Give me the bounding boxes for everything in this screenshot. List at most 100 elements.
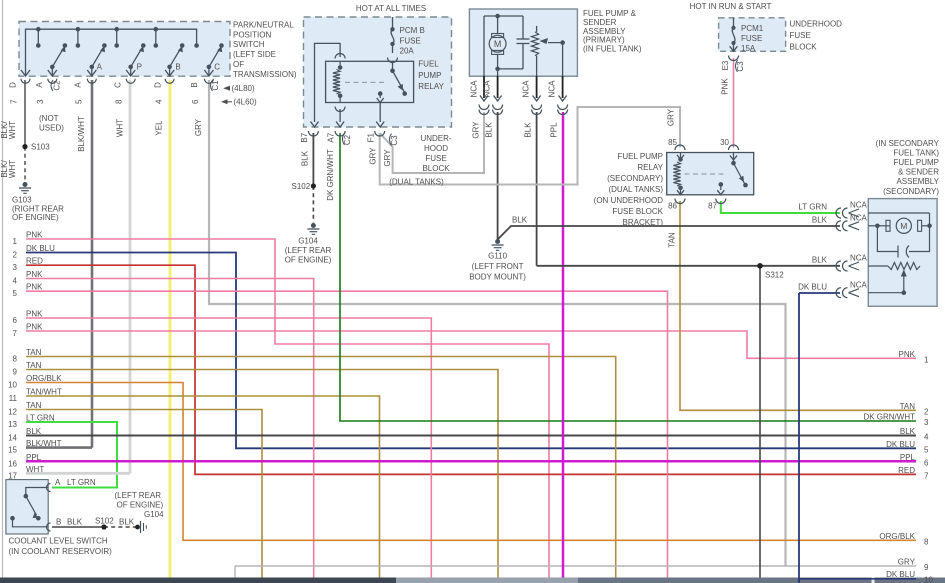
svg-text:SWITCH: SWITCH <box>233 40 265 49</box>
svg-text:FUSE BLOCK: FUSE BLOCK <box>612 207 663 216</box>
svg-text:G104: G104 <box>144 510 164 519</box>
svg-text:RED: RED <box>898 466 915 475</box>
svg-text:BLK: BLK <box>812 256 828 265</box>
svg-text:87: 87 <box>708 202 717 211</box>
svg-text:PNK: PNK <box>26 231 43 240</box>
svg-text:5: 5 <box>75 99 84 104</box>
svg-text:B: B <box>190 82 199 87</box>
svg-text:PCM1: PCM1 <box>741 24 764 33</box>
svg-text:BLK: BLK <box>119 517 135 526</box>
svg-text:10: 10 <box>8 381 17 390</box>
svg-text:(SECONDARY): (SECONDARY) <box>883 187 939 196</box>
svg-text:ASSEMBLY: ASSEMBLY <box>583 27 626 36</box>
svg-text:PNK: PNK <box>26 270 43 279</box>
svg-text:OF: OF <box>233 60 244 69</box>
svg-text:BLK/WHT: BLK/WHT <box>77 116 86 152</box>
svg-text:(IN FUEL TANK): (IN FUEL TANK) <box>583 44 642 53</box>
svg-text:DK BLU: DK BLU <box>798 283 827 292</box>
svg-text:PNK: PNK <box>26 323 43 332</box>
svg-text:BLK: BLK <box>512 216 528 225</box>
svg-text:16: 16 <box>8 459 17 468</box>
svg-text:7: 7 <box>924 471 929 480</box>
svg-text:(LEFT REAR: (LEFT REAR <box>115 491 162 500</box>
svg-text:(IN COOLANT RESERVOIR): (IN COOLANT RESERVOIR) <box>9 547 113 556</box>
svg-text:G103: G103 <box>12 196 32 205</box>
svg-text:C: C <box>214 63 220 72</box>
svg-text:PNK: PNK <box>26 310 43 319</box>
svg-text:7: 7 <box>13 329 18 338</box>
svg-text:DK GRN/WHT: DK GRN/WHT <box>326 149 335 201</box>
svg-text:PCM B: PCM B <box>400 26 425 35</box>
svg-text:NCA: NCA <box>483 80 492 98</box>
svg-text:(DUAL TANKS): (DUAL TANKS) <box>389 178 444 187</box>
svg-text:11: 11 <box>9 394 18 403</box>
svg-text:UNDERHOOD: UNDERHOOD <box>790 20 843 29</box>
svg-text:OF ENGINE): OF ENGINE) <box>285 256 332 265</box>
svg-text:FUSE: FUSE <box>741 34 762 43</box>
svg-text:TRANSMISSION): TRANSMISSION) <box>233 70 297 79</box>
svg-text:9: 9 <box>13 368 18 377</box>
svg-text:TAN: TAN <box>900 402 916 411</box>
svg-text:(SECONDARY): (SECONDARY) <box>607 174 663 183</box>
svg-text:PPL: PPL <box>900 453 916 462</box>
svg-text:C1: C1 <box>211 80 220 91</box>
svg-text:BLK: BLK <box>524 122 533 138</box>
svg-text:15: 15 <box>8 446 17 455</box>
svg-text:RED: RED <box>26 257 43 266</box>
svg-text:3: 3 <box>36 99 45 104</box>
svg-text:BLK: BLK <box>485 122 494 138</box>
svg-text:RELAY: RELAY <box>637 163 663 172</box>
svg-text:DK BLU: DK BLU <box>886 440 915 449</box>
svg-text:BLK/WHT: BLK/WHT <box>26 439 62 448</box>
svg-text:GRY: GRY <box>194 118 203 136</box>
svg-text:OF ENGINE): OF ENGINE) <box>12 213 59 222</box>
svg-text:PNK: PNK <box>721 78 730 95</box>
svg-text:BLK: BLK <box>900 427 916 436</box>
svg-text:6: 6 <box>191 99 200 104</box>
svg-text:POSITION: POSITION <box>233 30 271 39</box>
svg-text:LT GRN: LT GRN <box>26 414 55 423</box>
svg-text:B: B <box>56 517 61 526</box>
svg-text:GRY: GRY <box>383 149 392 167</box>
svg-text:ORG/BLK: ORG/BLK <box>26 374 62 383</box>
svg-text:(IN SECONDARY: (IN SECONDARY <box>876 139 940 148</box>
svg-text:2: 2 <box>924 407 929 416</box>
svg-text:5: 5 <box>924 445 929 454</box>
svg-text:F1: F1 <box>367 132 376 142</box>
svg-text:NCA: NCA <box>850 281 868 290</box>
svg-text:S102: S102 <box>95 516 114 525</box>
svg-text:6: 6 <box>924 458 929 467</box>
svg-text:(PRIMARY): (PRIMARY) <box>583 36 625 45</box>
svg-text:14: 14 <box>8 434 17 443</box>
svg-text:ORG/BLK: ORG/BLK <box>879 532 915 541</box>
svg-text:C3: C3 <box>736 61 745 72</box>
svg-text:12: 12 <box>8 408 17 417</box>
svg-text:NCA: NCA <box>522 80 531 98</box>
svg-text:9: 9 <box>924 563 929 572</box>
svg-text:TAN: TAN <box>26 348 42 357</box>
svg-text:4: 4 <box>155 99 164 104</box>
svg-text:FUEL PUMP &: FUEL PUMP & <box>583 9 637 18</box>
svg-text:4: 4 <box>924 433 929 442</box>
svg-text:A: A <box>35 82 44 88</box>
svg-text:S103: S103 <box>31 143 50 152</box>
svg-text:FUSE: FUSE <box>400 36 421 45</box>
svg-text:NCA: NCA <box>850 201 868 210</box>
svg-text:(NOT: (NOT <box>39 114 59 123</box>
svg-text:NCA: NCA <box>470 80 479 98</box>
svg-text:85: 85 <box>668 138 677 147</box>
svg-text:USED): USED) <box>39 123 64 132</box>
svg-text:RELAY: RELAY <box>418 82 444 91</box>
svg-text:S312: S312 <box>765 271 784 280</box>
svg-text:COOLANT LEVEL SWITCH: COOLANT LEVEL SWITCH <box>9 536 108 545</box>
svg-text:C2: C2 <box>53 80 62 91</box>
svg-text:WHT: WHT <box>26 465 44 474</box>
svg-text:8: 8 <box>115 99 124 104</box>
svg-text:LT GRN: LT GRN <box>67 478 96 487</box>
svg-text:NCA: NCA <box>850 254 868 263</box>
svg-text:NCA: NCA <box>548 80 557 98</box>
svg-text:FUSE: FUSE <box>425 154 446 163</box>
svg-text:(RIGHT REAR: (RIGHT REAR <box>12 204 64 213</box>
svg-text:WHT: WHT <box>8 160 17 178</box>
svg-text:FUEL PUMP: FUEL PUMP <box>618 152 664 161</box>
